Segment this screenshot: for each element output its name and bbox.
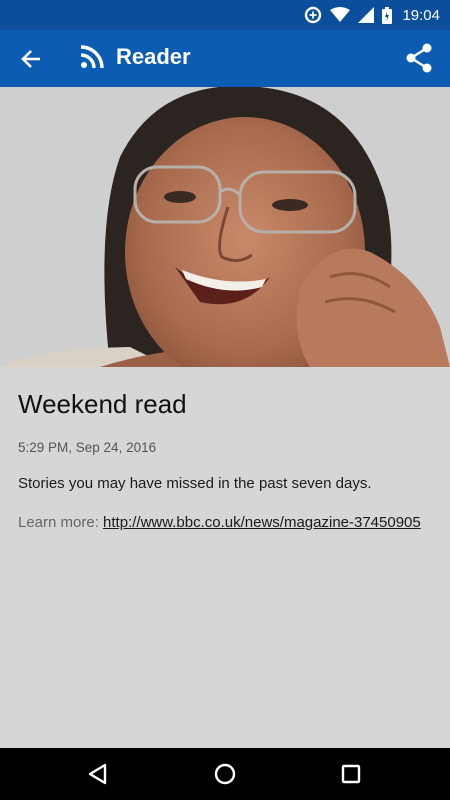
app-title: Reader <box>116 44 191 69</box>
nav-recents-button[interactable] <box>335 758 367 790</box>
article-body: Weekend read 5:29 PM, Sep 24, 2016 Stori… <box>0 367 450 748</box>
nav-home-button[interactable] <box>209 758 241 790</box>
article-hero-image <box>0 87 450 367</box>
status-icons: 19:04 <box>304 0 440 30</box>
share-icon <box>406 43 432 73</box>
learn-more-label: Learn more: <box>18 514 104 531</box>
portrait-photo <box>0 87 450 367</box>
status-bar: 19:04 <box>0 0 450 30</box>
article-summary: Stories you may have missed in the past … <box>18 475 372 492</box>
screen: 19:04 Reader Weekend read 5:29 PM, Sep 2… <box>0 0 450 800</box>
nav-bar <box>0 748 450 800</box>
share-button[interactable] <box>402 41 436 75</box>
arrow-back-icon <box>21 50 40 68</box>
article-link[interactable]: http://www.bbc.co.uk/news/magazine-37450… <box>103 514 421 531</box>
app-bar: Reader <box>0 30 450 87</box>
data-saver-icon <box>305 6 322 24</box>
back-button[interactable] <box>14 42 48 76</box>
battery-icon <box>382 6 393 24</box>
signal-icon <box>358 7 375 23</box>
wifi-icon <box>330 7 351 22</box>
learn-more: Learn more: http://www.bbc.co.uk/news/ma… <box>18 513 438 533</box>
status-time: 19:04 <box>402 6 440 24</box>
home-circle-icon <box>214 763 236 785</box>
nav-back-button[interactable] <box>82 758 114 790</box>
recents-square-icon <box>341 764 361 784</box>
back-triangle-icon <box>88 763 107 785</box>
article-date: 5:29 PM, Sep 24, 2016 <box>18 440 157 455</box>
rss-icon <box>80 45 104 69</box>
article-title: Weekend read <box>18 389 187 419</box>
